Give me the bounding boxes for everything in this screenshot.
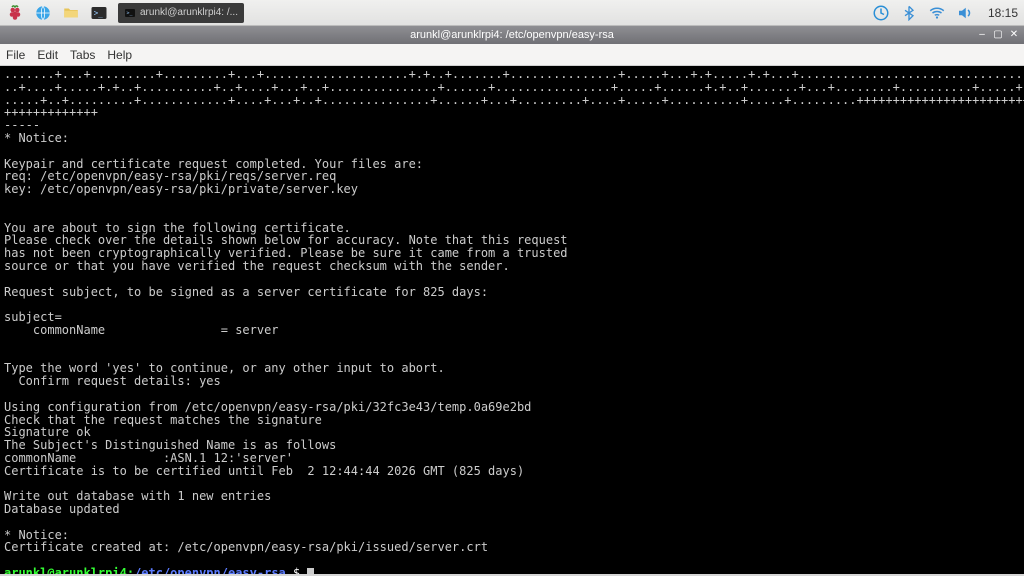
- terminal-line: Request subject, to be signed as a serve…: [4, 286, 1020, 299]
- terminal-line: The Subject's Distinguished Name is as f…: [4, 439, 1020, 452]
- prompt-user: arunkl@arunklrpi4: [4, 566, 127, 574]
- terminal-line: Check that the request matches the signa…: [4, 414, 1020, 427]
- taskbar: >_ >_ arunkl@arunklrpi4: /... 18:15: [0, 0, 1024, 26]
- terminal-line: Certificate is to be certified until Feb…: [4, 465, 1020, 478]
- terminal-mini-icon: >_: [124, 7, 136, 19]
- menu-tabs[interactable]: Tabs: [70, 48, 95, 62]
- web-browser-icon[interactable]: [34, 4, 52, 22]
- menu-file[interactable]: File: [6, 48, 25, 62]
- window-controls: – ▢ ✕: [976, 28, 1020, 40]
- terminal-line: Using configuration from /etc/openvpn/ea…: [4, 401, 1020, 414]
- menubar: File Edit Tabs Help: [0, 44, 1024, 66]
- terminal-line: [4, 337, 1020, 350]
- wifi-icon[interactable]: [928, 4, 946, 22]
- updates-icon[interactable]: [872, 4, 890, 22]
- maximize-button[interactable]: ▢: [992, 28, 1004, 40]
- terminal-line: [4, 273, 1020, 286]
- minimize-button[interactable]: –: [976, 28, 988, 40]
- svg-text:>_: >_: [94, 8, 104, 17]
- terminal-line: commonName :ASN.1 12:'server': [4, 452, 1020, 465]
- terminal[interactable]: .......+...+.........+.........+...+....…: [0, 66, 1024, 574]
- prompt-dollar: $: [286, 566, 308, 574]
- terminal-line: [4, 388, 1020, 401]
- terminal-line: ..+....+.....+.+..+..........+..+....+..…: [4, 81, 1020, 94]
- terminal-line: Confirm request details: yes: [4, 375, 1020, 388]
- menu-edit[interactable]: Edit: [37, 48, 58, 62]
- terminal-line: Database updated: [4, 503, 1020, 516]
- prompt-separator: :: [127, 566, 134, 574]
- terminal-line: +++++++++++++: [4, 106, 1020, 119]
- taskbar-task-terminal[interactable]: >_ arunkl@arunklrpi4: /...: [118, 3, 244, 23]
- close-button[interactable]: ✕: [1008, 28, 1020, 40]
- task-label: arunkl@arunklrpi4: /...: [140, 7, 238, 18]
- terminal-line: [4, 145, 1020, 158]
- file-manager-icon[interactable]: [62, 4, 80, 22]
- terminal-line: .....+..+.........+............+....+...…: [4, 94, 1020, 107]
- terminal-line: [4, 298, 1020, 311]
- clock[interactable]: 18:15: [988, 6, 1018, 20]
- terminal-line: [4, 516, 1020, 529]
- terminal-line: [4, 196, 1020, 209]
- terminal-line: Write out database with 1 new entries: [4, 490, 1020, 503]
- volume-icon[interactable]: [956, 4, 974, 22]
- prompt-path: /etc/openvpn/easy-rsa: [134, 566, 286, 574]
- terminal-line: Certificate created at: /etc/openvpn/eas…: [4, 541, 1020, 554]
- terminal-line: .......+...+.........+.........+...+....…: [4, 68, 1020, 81]
- terminal-line: * Notice:: [4, 132, 1020, 145]
- taskbar-left: >_ >_ arunkl@arunklrpi4: /...: [6, 3, 244, 23]
- terminal-line: key: /etc/openvpn/easy-rsa/pki/private/s…: [4, 183, 1020, 196]
- window-titlebar[interactable]: arunkl@arunklrpi4: /etc/openvpn/easy-rsa…: [0, 26, 1024, 44]
- taskbar-right: 18:15: [872, 4, 1018, 22]
- window-title: arunkl@arunklrpi4: /etc/openvpn/easy-rsa: [410, 29, 614, 41]
- menu-help[interactable]: Help: [107, 48, 132, 62]
- bluetooth-icon[interactable]: [900, 4, 918, 22]
- terminal-cursor: [307, 568, 314, 574]
- terminal-launcher-icon[interactable]: >_: [90, 4, 108, 22]
- terminal-line: commonName = server: [4, 324, 1020, 337]
- terminal-line: source or that you have verified the req…: [4, 260, 1020, 273]
- svg-text:>_: >_: [127, 10, 134, 16]
- terminal-line: [4, 209, 1020, 222]
- terminal-prompt[interactable]: arunkl@arunklrpi4:/etc/openvpn/easy-rsa …: [4, 567, 1020, 574]
- terminal-line: -----: [4, 119, 1020, 132]
- raspberry-menu-icon[interactable]: [6, 4, 24, 22]
